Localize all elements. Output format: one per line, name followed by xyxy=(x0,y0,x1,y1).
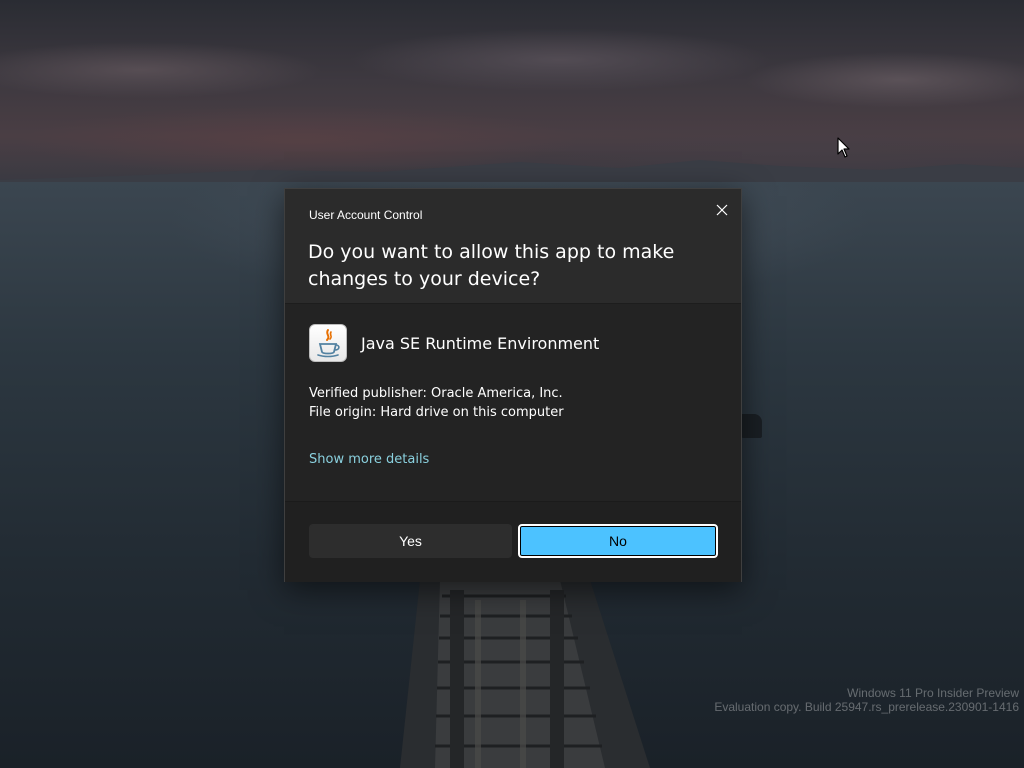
uac-dialog: User Account Control Do you want to allo… xyxy=(284,188,742,582)
close-button[interactable] xyxy=(707,195,737,225)
close-icon xyxy=(716,204,728,216)
horizon-hills xyxy=(0,160,1024,186)
dialog-body: Java SE Runtime Environment Verified pub… xyxy=(285,303,741,502)
java-icon xyxy=(309,324,347,362)
windows-watermark: Windows 11 Pro Insider Preview Evaluatio… xyxy=(714,686,1019,714)
app-name: Java SE Runtime Environment xyxy=(361,334,600,353)
dialog-caption: User Account Control xyxy=(309,208,423,222)
dialog-footer: Yes No xyxy=(285,501,741,582)
publisher-text: Verified publisher: Oracle America, Inc. xyxy=(309,386,563,401)
show-more-details-link[interactable]: Show more details xyxy=(309,452,429,467)
prompt-question: Do you want to allow this app to make ch… xyxy=(308,241,675,290)
wooden-pier xyxy=(400,580,650,768)
file-origin-text: File origin: Hard drive on this computer xyxy=(309,405,564,420)
yes-button[interactable]: Yes xyxy=(309,524,512,558)
mouse-cursor-icon xyxy=(837,137,850,158)
dialog-header: User Account Control Do you want to allo… xyxy=(285,189,741,303)
watermark-build: Evaluation copy. Build 25947.rs_prerelea… xyxy=(714,700,1019,714)
watermark-edition: Windows 11 Pro Insider Preview xyxy=(847,686,1019,700)
no-button[interactable]: No xyxy=(518,524,718,558)
